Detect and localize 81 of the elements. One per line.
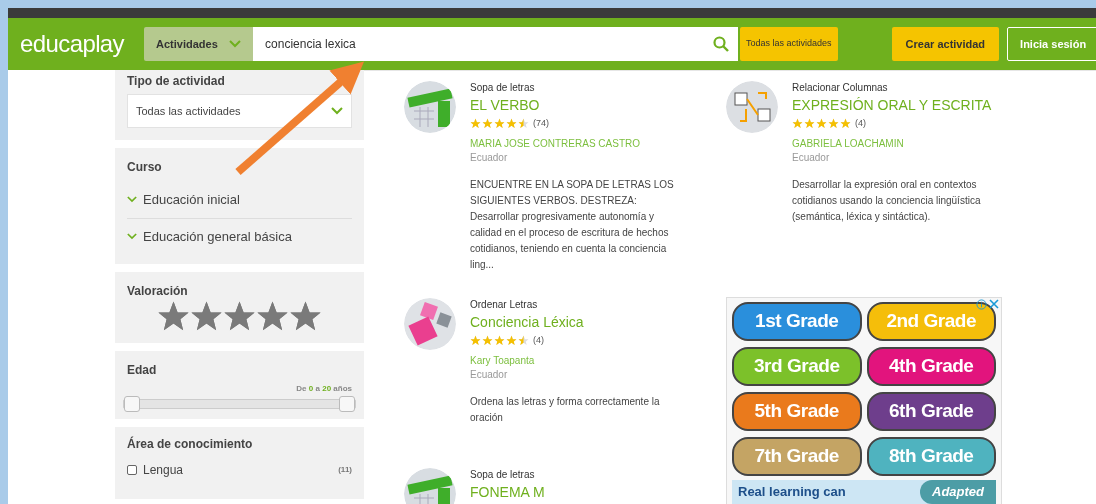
star-icon bbox=[506, 118, 517, 130]
country: Ecuador bbox=[792, 150, 831, 165]
grade-button[interactable]: 5th Grade bbox=[732, 392, 862, 431]
activity-title[interactable]: FONEMA M bbox=[470, 482, 688, 502]
star-icon bbox=[792, 118, 803, 130]
star-icon bbox=[470, 335, 481, 347]
grade-button[interactable]: 8th Grade bbox=[866, 437, 996, 476]
activity-type-dropdown[interactable]: Todas las actividades bbox=[127, 94, 352, 128]
star-icon bbox=[828, 118, 839, 130]
checkbox[interactable] bbox=[127, 465, 137, 475]
grade-button[interactable]: 7th Grade bbox=[732, 437, 862, 476]
course-item[interactable]: Educación inicial bbox=[127, 182, 352, 218]
author-link[interactable]: Kary Toapanta bbox=[470, 353, 688, 368]
chevron-down-icon bbox=[331, 107, 343, 115]
star-icon bbox=[482, 335, 493, 347]
country: Ecuador bbox=[470, 150, 509, 165]
star-icon bbox=[223, 300, 256, 333]
star-icon bbox=[518, 118, 529, 130]
star-icon bbox=[840, 118, 851, 130]
slider-handle[interactable] bbox=[124, 396, 140, 412]
category-dropdown[interactable]: Actividades bbox=[144, 27, 254, 61]
star-icon bbox=[816, 118, 827, 130]
area-label: Lengua bbox=[143, 462, 184, 479]
chevron-down-icon bbox=[229, 40, 242, 48]
review-count: (4) bbox=[855, 117, 866, 130]
star-icon bbox=[494, 335, 505, 347]
activity-description: Desarrollar la expresión oral en contextos cotidianos usando la conciencia lingüística (semántica, léxica y sintáctica). bbox=[792, 177, 982, 224]
panel-title: Tipo de actividad bbox=[127, 73, 226, 90]
author-link[interactable]: GABRIELA LOACHAMIN bbox=[792, 136, 1010, 151]
matching-columns-thumbnail bbox=[726, 81, 778, 133]
chevron-down-icon bbox=[127, 196, 137, 204]
star-icon bbox=[494, 118, 505, 130]
star-icon bbox=[506, 335, 517, 347]
course-item[interactable]: Educación general básica bbox=[127, 217, 352, 254]
search-icon[interactable] bbox=[712, 36, 729, 52]
activity-title[interactable]: Conciencia Léxica bbox=[470, 312, 688, 332]
star-icon bbox=[157, 300, 190, 333]
activity-title[interactable]: EXPRESIÓN ORAL Y ESCRITA bbox=[792, 95, 1010, 115]
ad-badge: Adapted bbox=[920, 480, 996, 504]
activity-filter-button[interactable]: Todas las actividades bbox=[740, 27, 838, 61]
activity-title[interactable]: EL VERBO bbox=[470, 95, 688, 115]
grade-button[interactable]: 6th Grade bbox=[866, 392, 996, 431]
panel-title: Valoración bbox=[127, 283, 189, 300]
author-link[interactable]: MARIA JOSE CONTRERAS CASTRO bbox=[470, 136, 688, 151]
grade-button[interactable]: 4th Grade bbox=[866, 347, 996, 386]
login-button[interactable]: Inicia sesión bbox=[1007, 27, 1096, 61]
create-activity-button[interactable]: Crear actividad bbox=[891, 27, 1000, 61]
review-count: (74) bbox=[533, 117, 549, 130]
review-count: (4) bbox=[533, 334, 544, 347]
letter-keys-thumbnail bbox=[404, 298, 456, 350]
star-icon bbox=[518, 335, 529, 347]
star-icon bbox=[470, 118, 481, 130]
star-icon bbox=[190, 300, 223, 333]
close-icon[interactable] bbox=[989, 299, 999, 309]
panel-title: Curso bbox=[127, 159, 163, 176]
age-range-label: De 0 a 20 años bbox=[295, 383, 352, 395]
panel-title: Área de conocimiento bbox=[127, 435, 254, 453]
country: Ecuador bbox=[470, 367, 509, 382]
logo[interactable]: educaplay bbox=[20, 32, 125, 56]
activity-type: Sopa de letras bbox=[470, 468, 536, 482]
panel-title: Edad bbox=[127, 362, 158, 379]
star-icon bbox=[804, 118, 815, 130]
star-icon bbox=[256, 300, 289, 333]
grade-button[interactable]: 3rd Grade bbox=[732, 347, 862, 386]
grade-button[interactable]: 2nd Grade bbox=[866, 302, 996, 341]
activity-type: Sopa de letras bbox=[470, 81, 536, 95]
chevron-down-icon bbox=[127, 232, 137, 240]
word-search-thumbnail bbox=[404, 81, 456, 133]
activity-description: ENCUENTRE EN LA SOPA DE LETRAS LOS SIGUIENTES VERBOS. DESTREZA: Desarrollar progresivamente autonomía y calidad en el proceso de escritura de hechos cotidianos, teniendo en cuenta la conciencia ling... bbox=[470, 177, 675, 272]
ad-tagline: Real learning can bbox=[738, 483, 846, 502]
star-icon bbox=[482, 118, 493, 130]
activity-description: Ordena las letras y forma correctamente la oración bbox=[470, 394, 661, 425]
activity-type: Ordenar Letras bbox=[470, 298, 539, 312]
slider-handle[interactable] bbox=[339, 396, 355, 412]
area-count: (11) bbox=[338, 464, 352, 476]
info-icon[interactable] bbox=[976, 299, 987, 310]
star-icon bbox=[289, 300, 322, 333]
grade-button[interactable]: 1st Grade bbox=[732, 302, 862, 341]
search-field[interactable]: conciencia lexica bbox=[253, 27, 704, 61]
activity-type: Relacionar Columnas bbox=[792, 81, 889, 95]
ad-banner[interactable]: 1st Grade 2nd Grade 3rd Grade 4th Grade 5th Grade 6th Grade 7th Grade 8th Grade Real learning can Adapted bbox=[726, 297, 1002, 504]
